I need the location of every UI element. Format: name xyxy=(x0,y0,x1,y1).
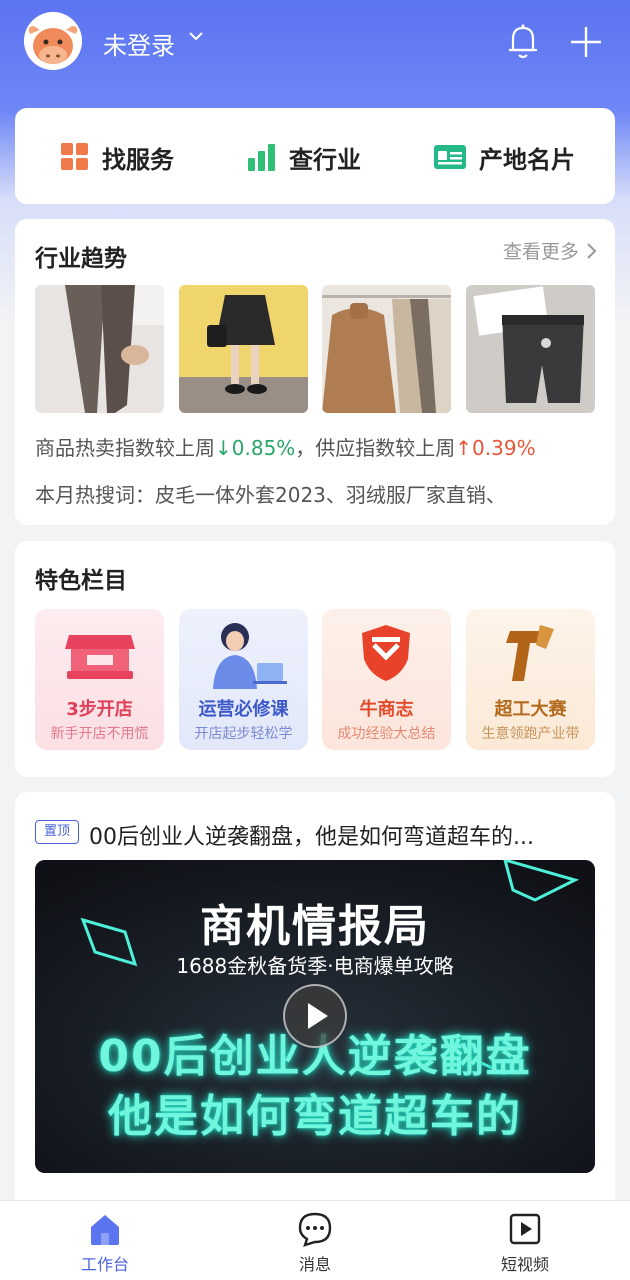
trend-thumbnail-sweaters[interactable] xyxy=(322,285,451,413)
feature-subtitle: 生意领跑产业带 xyxy=(481,726,580,742)
hot-search-line[interactable]: 本月热搜词：皮毛一体外套2023、羽绒服厂家直销、 xyxy=(35,479,595,508)
sales-change-value: ↓0.85% xyxy=(215,436,296,460)
industry-trend-card: 行业趋势 查看更多 商品热卖指数较上周↓0.85%，供应指数较上周↑0.39% … xyxy=(15,219,615,525)
tab-workbench[interactable]: 工作台 xyxy=(45,1201,165,1280)
grid-icon xyxy=(61,143,88,170)
quick-nav-find-service[interactable]: 找服务 xyxy=(60,140,174,174)
bottom-tab-bar: 工作台 消息 短视频 xyxy=(0,1200,630,1280)
stat-prefix: 商品热卖指数较上周 xyxy=(35,436,215,460)
feature-title: 运营必修课 xyxy=(198,699,289,720)
top-header: 未登录 xyxy=(0,0,630,100)
pinned-badge: 置顶 xyxy=(35,820,79,844)
feature-subtitle: 成功经验大总结 xyxy=(337,726,436,742)
login-status-label[interactable]: 未登录 xyxy=(103,26,175,61)
tab-short-video[interactable]: 短视频 xyxy=(465,1201,585,1280)
id-card-icon xyxy=(434,145,466,169)
trend-stat-line: 商品热卖指数较上周↓0.85%，供应指数较上周↑0.39% xyxy=(35,432,536,461)
section-title: 行业趋势 xyxy=(35,246,127,272)
video-cover[interactable]: 商机情报局 1688金秋备货季·电商爆单攻略 00后创业人逆袭翻盘 他是如何弯道… xyxy=(35,860,595,1173)
bell-icon[interactable] xyxy=(505,22,541,60)
tab-label: 短视频 xyxy=(500,1255,549,1274)
home-icon xyxy=(91,1215,119,1245)
feature-super-contest[interactable]: 超工大赛 生意领跑产业带 xyxy=(466,609,595,750)
tab-messages[interactable]: 消息 xyxy=(255,1201,375,1280)
shield-icon xyxy=(362,625,410,681)
video-icon xyxy=(509,1213,541,1245)
quick-nav-label: 产地名片 xyxy=(479,145,575,174)
feature-subtitle: 新手开店不用慌 xyxy=(50,726,149,742)
video-headline: 商机情报局 xyxy=(200,901,430,952)
feature-operation-course[interactable]: 运营必修课 开店起步轻松学 xyxy=(179,609,308,750)
video-subheadline: 1688金秋备货季·电商爆单攻略 xyxy=(176,954,454,978)
feature-merchant-journal[interactable]: 牛商志 成功经验大总结 xyxy=(322,609,451,750)
featured-columns-card: 特色栏目 3步开店 新手开店不用慌 运营必修课 开店起步轻松学 牛商志 成功经验… xyxy=(15,541,615,777)
play-icon[interactable] xyxy=(283,984,347,1048)
quick-nav-check-industry[interactable]: 查行业 xyxy=(247,140,361,174)
chevron-right-icon xyxy=(587,243,597,259)
trend-thumbnail-skirt[interactable] xyxy=(179,285,308,413)
teacher-icon xyxy=(213,623,287,689)
video-line-2: 他是如何弯道超车的 xyxy=(108,1091,522,1142)
quick-nav-origin-card[interactable]: 产地名片 xyxy=(433,140,575,174)
quick-nav-label: 查行业 xyxy=(289,145,361,174)
feature-subtitle: 开店起步轻松学 xyxy=(194,726,293,742)
feature-title: 3步开店 xyxy=(66,699,133,720)
tab-label: 消息 xyxy=(298,1255,331,1274)
t-logo-icon xyxy=(506,625,554,681)
trend-thumbnail-shorts[interactable] xyxy=(466,285,595,413)
pinned-news-card[interactable]: 置顶 00后创业人逆袭翻盘，他是如何弯道超车的... 商机情报局 1688金秋备… xyxy=(15,792,615,1212)
tab-label: 工作台 xyxy=(80,1255,129,1274)
message-icon xyxy=(298,1212,332,1247)
bar-chart-icon xyxy=(248,144,275,171)
quick-nav-card: 找服务 查行业 产地名片 xyxy=(15,108,615,204)
trend-thumbnail-tights[interactable] xyxy=(35,285,164,413)
supply-change-value: ↑0.39% xyxy=(455,436,536,460)
plus-icon[interactable] xyxy=(568,24,604,60)
chevron-down-icon[interactable] xyxy=(187,26,205,50)
view-more-link[interactable]: 查看更多 xyxy=(503,237,597,264)
feature-title: 牛商志 xyxy=(359,699,414,720)
cow-avatar-icon[interactable] xyxy=(24,12,82,70)
section-title: 特色栏目 xyxy=(35,568,127,594)
stat-middle: ，供应指数较上周 xyxy=(295,436,456,460)
feature-open-shop[interactable]: 3步开店 新手开店不用慌 xyxy=(35,609,164,750)
shop-icon xyxy=(65,635,135,679)
news-title[interactable]: 00后创业人逆袭翻盘，他是如何弯道超车的... xyxy=(89,819,599,851)
feature-title: 超工大赛 xyxy=(494,699,567,720)
quick-nav-label: 找服务 xyxy=(102,145,174,174)
view-more-label: 查看更多 xyxy=(502,241,579,263)
